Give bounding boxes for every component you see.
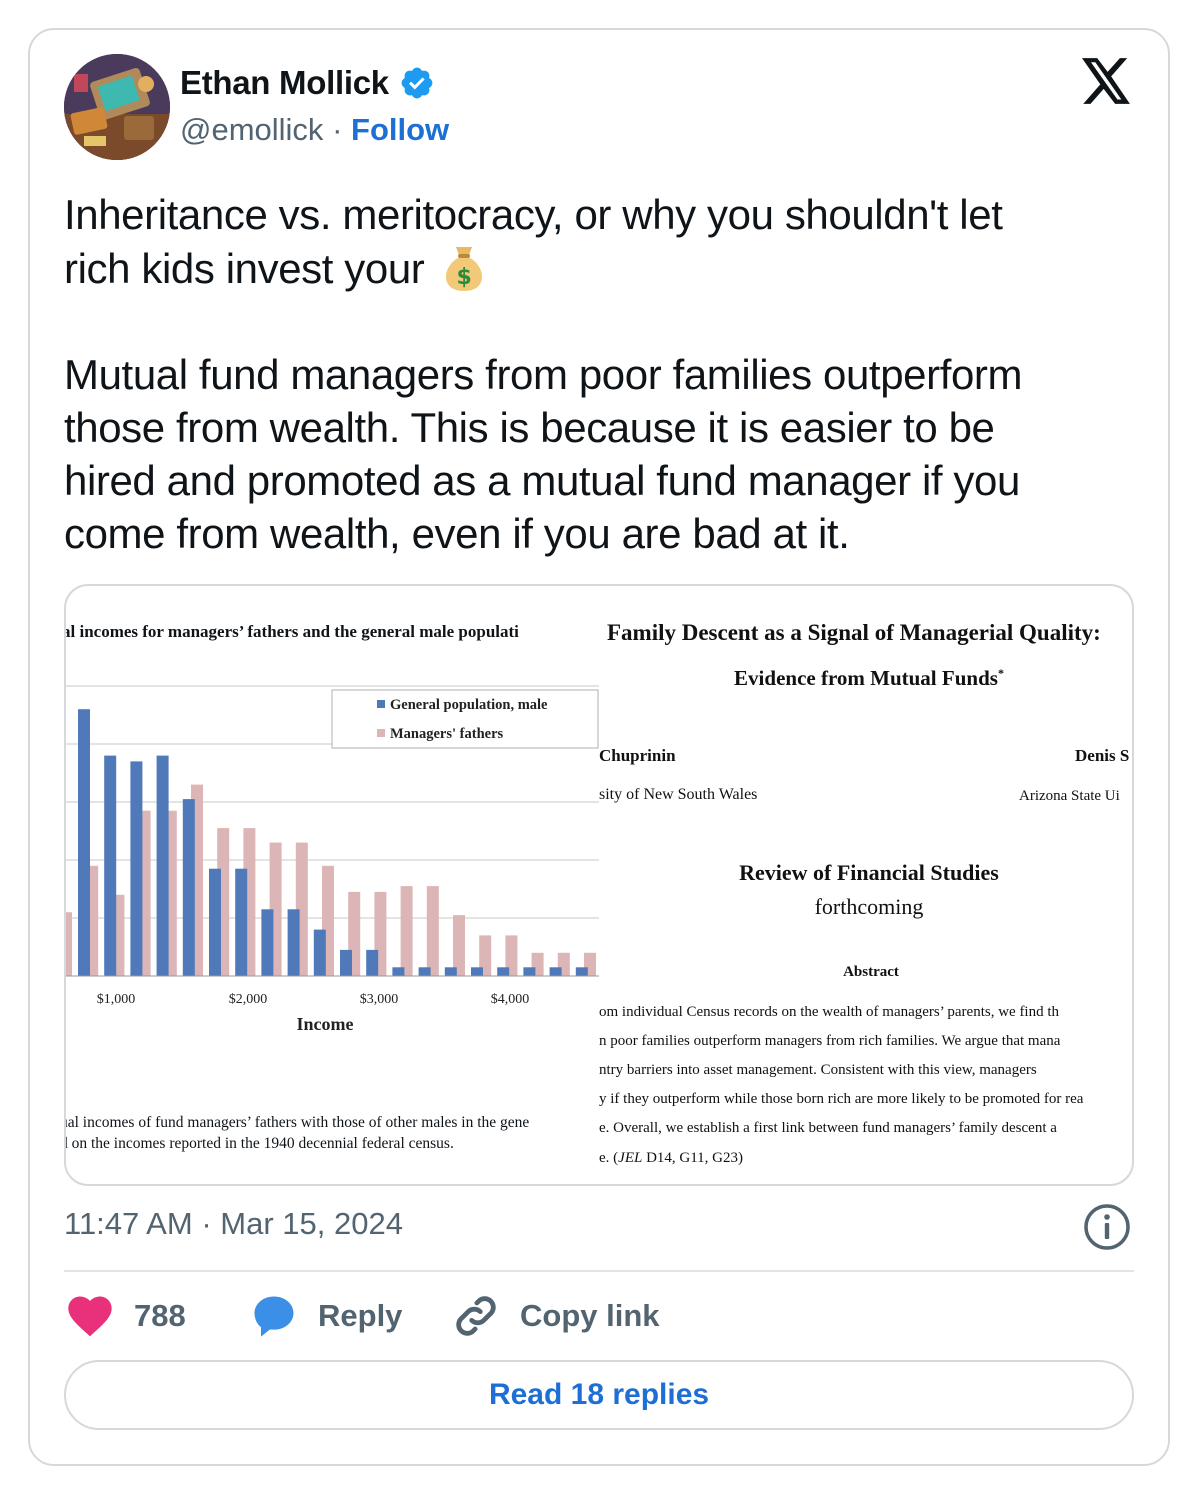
author-row: Ethan Mollick: [180, 64, 435, 102]
jel-label: JEL: [618, 1150, 643, 1166]
tweet-text: Inheritance vs. meritocracy, or why you …: [64, 188, 1134, 560]
chart-legend-swatch: [377, 729, 385, 737]
paper-title: Family Descent as a Signal of Managerial…: [607, 620, 1101, 645]
bar-general-population: [209, 868, 221, 976]
chart-legend-label: General population, male: [390, 697, 548, 713]
abstract-jel-line: e. (JEL D14, G11, G23): [599, 1150, 743, 1167]
follow-button[interactable]: Follow: [351, 112, 449, 147]
paper-affiliation-2: Arizona State Ui: [1019, 788, 1120, 804]
copy-link-button[interactable]: Copy link: [450, 1290, 660, 1342]
reply-label: Reply: [318, 1298, 403, 1333]
abstract-line: n poor families outperform managers from…: [599, 1033, 1061, 1049]
author-handle[interactable]: @emollick: [180, 112, 323, 147]
bar-general-population: [235, 868, 248, 976]
abstract-line: e. Overall, we establish a first link be…: [599, 1120, 1057, 1136]
figure-panel: al incomes for managers’ fathers and the…: [66, 586, 599, 1184]
abstract-line: y if they outperform while those born ri…: [599, 1091, 1084, 1107]
chart-x-tick-label: $4,000: [491, 992, 530, 1007]
bar-managers-fathers: [453, 915, 465, 976]
handle-separator: ·: [332, 112, 343, 147]
chart-x-axis-label: Income: [297, 1014, 354, 1034]
bar-general-population: [130, 761, 143, 976]
paper-panel: Family Descent as a Signal of Managerial…: [599, 586, 1132, 1184]
media-image[interactable]: al incomes for managers’ fathers and the…: [64, 584, 1134, 1186]
author-name[interactable]: Ethan Mollick: [180, 64, 389, 102]
abstract-heading: Abstract: [843, 964, 899, 980]
bar-general-population: [340, 949, 352, 976]
chart-x-tick-label: $3,000: [360, 992, 399, 1007]
bar-general-population: [104, 755, 117, 976]
abstract-line: ntry barriers into asset management. Con…: [599, 1062, 1037, 1078]
paper-subtitle: Evidence from Mutual Funds*: [599, 666, 1132, 691]
read-replies-label: Read 18 replies: [488, 1378, 710, 1411]
chart-x-tick-label: $2,000: [229, 992, 268, 1007]
chart-legend-label: Managers' fathers: [390, 726, 504, 742]
tweet-paragraph-2: Mutual fund managers from poor families …: [64, 351, 1023, 557]
read-replies-button[interactable]: Read 18 replies: [64, 1360, 1134, 1430]
paper-journal: Review of Financial Studies: [739, 860, 999, 885]
bar-general-population: [392, 967, 405, 976]
bar-general-population: [156, 755, 169, 976]
reply-bubble-icon: [254, 1296, 294, 1337]
bar-general-population: [497, 967, 510, 976]
bar-general-population: [471, 967, 483, 976]
bar-general-population: [418, 967, 431, 976]
bar-general-population: [261, 909, 274, 976]
divider: [64, 1270, 1134, 1272]
jel-codes: D14, G11, G23): [642, 1150, 744, 1166]
figure-caption-line-1: ual incomes of fund managers’ fathers wi…: [66, 1114, 530, 1131]
abstract-line: om individual Census records on the weal…: [599, 1004, 1060, 1020]
income-histogram: $1,000 $2,000 $3,000 $4,000 Income General po…: [66, 685, 599, 1034]
bar-general-population: [575, 967, 588, 976]
bar-managers-fathers: [66, 912, 72, 976]
bar-general-population: [78, 709, 90, 976]
paper-author-1: Chuprinin: [599, 746, 676, 765]
copy-link-label: Copy link: [520, 1298, 660, 1333]
jel-prefix: e. (: [599, 1150, 619, 1166]
money-bag-icon: $: [445, 247, 482, 291]
paper-subtitle-text: Evidence from Mutual Funds: [734, 666, 998, 690]
bar-managers-fathers: [426, 886, 439, 976]
tweet-date: Mar 15, 2024: [220, 1206, 403, 1241]
paper-author-2: Denis S: [1075, 746, 1130, 765]
timestamp-separator: ·: [201, 1206, 212, 1241]
bar-general-population: [444, 967, 457, 976]
paper-subtitle-footnote-mark: *: [997, 666, 1004, 680]
heart-icon: [68, 1296, 112, 1337]
bar-general-population: [366, 949, 379, 976]
svg-text:$: $: [456, 265, 471, 290]
bar-general-population: [313, 929, 326, 976]
info-icon[interactable]: [1082, 1202, 1132, 1252]
chart-legend-swatch: [377, 700, 385, 708]
chart-x-tick-label: $1,000: [97, 992, 136, 1007]
like-button[interactable]: 788: [64, 1290, 186, 1342]
link-icon: [456, 1296, 496, 1336]
bar-general-population: [182, 799, 195, 976]
tweet-line-2: rich kids invest your: [64, 245, 425, 292]
bar-general-population: [549, 967, 562, 976]
x-logo-icon[interactable]: [1082, 58, 1132, 104]
figure-caption-line-2: d on the incomes reported in the 1940 de…: [66, 1135, 454, 1152]
paper-affiliation-1: sity of New South Wales: [599, 786, 758, 803]
bar-general-population: [523, 967, 536, 976]
reply-button[interactable]: Reply: [248, 1290, 402, 1342]
figure-title: al incomes for managers’ fathers and the…: [66, 622, 519, 641]
paper-status: forthcoming: [814, 894, 924, 919]
timestamp[interactable]: 11:47 AM · Mar 15, 2024: [64, 1206, 403, 1242]
like-count: 788: [134, 1298, 186, 1333]
handle-row: @emollick · Follow: [180, 112, 449, 148]
bar-general-population: [287, 909, 300, 976]
verified-badge-icon: [401, 67, 433, 99]
avatar[interactable]: [64, 54, 170, 160]
tweet-time: 11:47 AM: [64, 1206, 193, 1241]
tweet-line-1: Inheritance vs. meritocracy, or why you …: [64, 191, 1003, 238]
bar-managers-fathers: [400, 886, 413, 976]
avatar-image: [64, 54, 170, 160]
